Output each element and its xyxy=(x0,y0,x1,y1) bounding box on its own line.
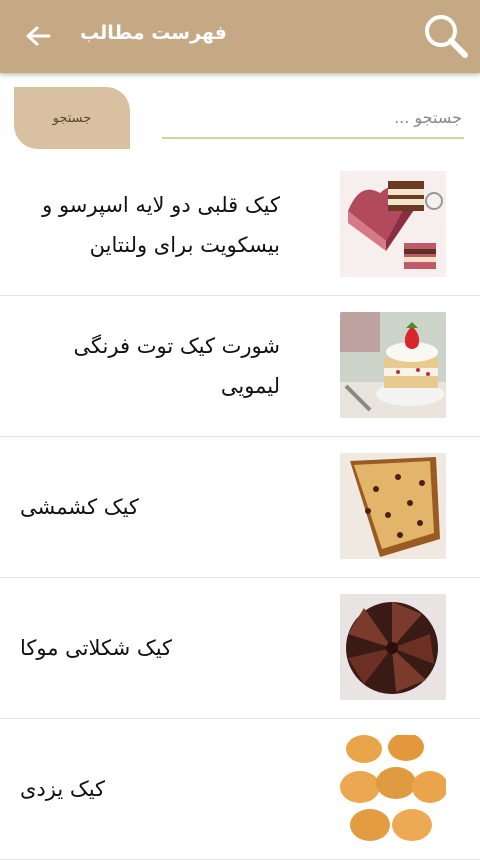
page-title: فهرست مطالب xyxy=(80,22,227,44)
search-input[interactable] xyxy=(162,97,464,139)
list-item[interactable]: کیک کشمشی xyxy=(0,437,480,578)
list-item-title: شورت کیک توت فرنگی لیمویی xyxy=(73,334,280,398)
search-button[interactable] xyxy=(422,12,470,60)
list-item[interactable]: شورت کیک توت فرنگی لیمویی xyxy=(0,296,480,437)
yazdi-cupcakes-image xyxy=(340,735,446,841)
search-submit-button[interactable]: جستجو xyxy=(14,87,130,149)
heart-cake-image xyxy=(340,171,446,277)
list-item-title: کیک کشمشی xyxy=(20,495,139,519)
list-item[interactable]: کیک یزدی xyxy=(0,719,480,860)
app-bar: فهرست مطالب xyxy=(0,0,480,73)
list-item[interactable]: کیک شکلاتی موکا xyxy=(0,578,480,719)
arrow-left-icon xyxy=(26,26,51,46)
list-item-title: کیک قلبی دو لایه اسپرسو و بیسکویت برای و… xyxy=(42,193,280,257)
list-item-title: کیک یزدی xyxy=(20,777,106,801)
back-button[interactable] xyxy=(20,18,56,54)
strawberry-shortcake-image xyxy=(340,312,446,418)
search-bar: جستجو xyxy=(0,73,480,163)
list-item-title: کیک شکلاتی موکا xyxy=(20,636,173,660)
raisin-cake-image xyxy=(340,453,446,559)
search-icon xyxy=(425,15,468,58)
mocha-chocolate-cake-image xyxy=(340,594,446,700)
list-item[interactable]: کیک قلبی دو لایه اسپرسو و بیسکویت برای و… xyxy=(0,155,480,296)
article-list: کیک قلبی دو لایه اسپرسو و بیسکویت برای و… xyxy=(0,155,480,860)
